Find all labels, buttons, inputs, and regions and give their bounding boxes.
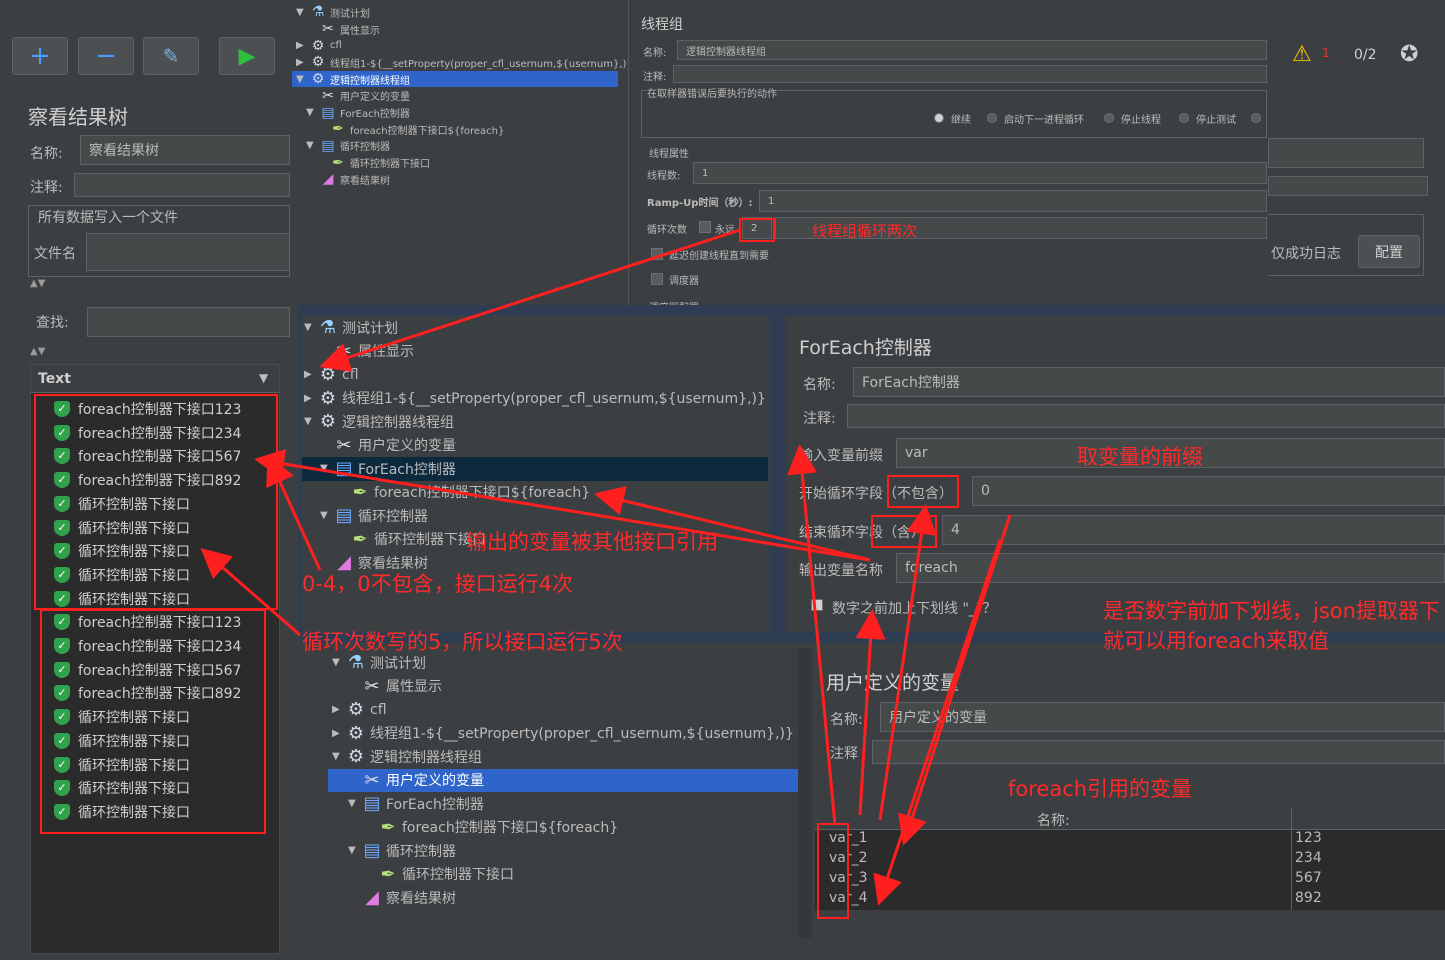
- arrow-vars-to-prefix: [787, 444, 837, 826]
- arrow-vars-to-start: [878, 504, 937, 821]
- arrow-end-to-var4: [873, 539, 1002, 906]
- arrow-loop-to-tree: [319, 228, 741, 372]
- arrow-start-to-var1: [898, 514, 1012, 846]
- arrow-output-to-results: [254, 449, 871, 562]
- arrow-vars-to-underscore: [855, 609, 886, 816]
- arrow-output-to-sampler: [594, 486, 871, 562]
- arrow-range-to-results: [266, 454, 322, 571]
- arrow-five-to-results: [200, 548, 301, 637]
- annotation-arrows: [200, 228, 1012, 906]
